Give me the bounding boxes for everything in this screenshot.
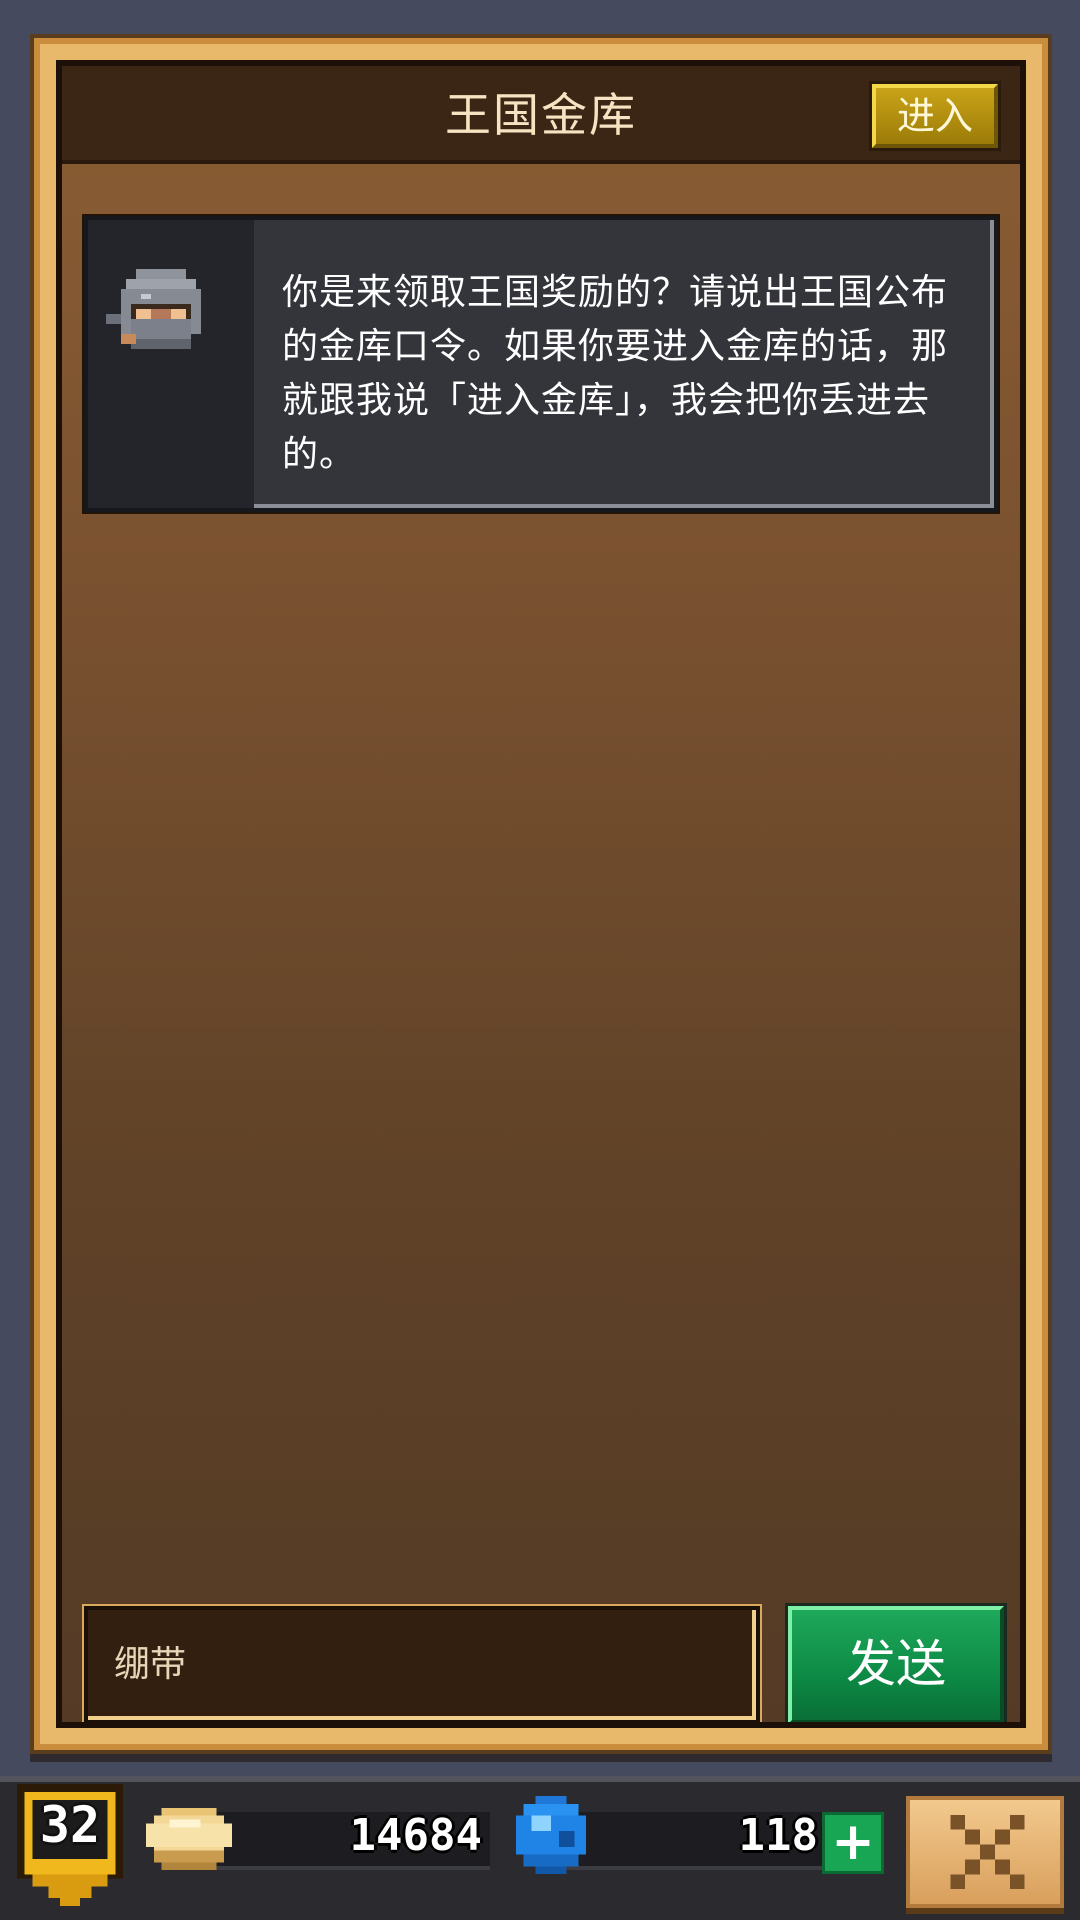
gem-count: 118 (738, 1810, 818, 1861)
player-level: 32 (39, 1796, 101, 1854)
close-x-icon (950, 1814, 1025, 1890)
npc-dialog: 你是来领取王国奖励的？请说出王国公布的金库口令。如果你要进入金库的话，那就跟我说… (84, 216, 998, 512)
send-button[interactable]: 发送 (788, 1606, 1004, 1722)
vault-panel-body: 王国金库 进入 你是来领取王国奖励的？请说出王国公布的金库口令。如果你要进入金库… (56, 60, 1026, 1728)
knight-npc-icon (106, 269, 201, 349)
add-gems-button[interactable]: + (822, 1812, 884, 1874)
password-input[interactable]: 绷带 (84, 1606, 760, 1722)
enter-button[interactable]: 进入 (872, 84, 998, 148)
gold-coin-icon (146, 1807, 232, 1871)
dialog-text: 你是来领取王国奖励的？请说出王国公布的金库口令。如果你要进入金库的话，那就跟我说… (282, 272, 949, 475)
vault-panel: 王国金库 进入 你是来领取王国奖励的？请说出王国公布的金库口令。如果你要进入金库… (34, 38, 1048, 1750)
close-button[interactable] (906, 1796, 1064, 1908)
title-bar: 王国金库 进入 (62, 66, 1020, 164)
gold-count: 14684 (349, 1810, 482, 1861)
npc-avatar-frame (88, 220, 254, 508)
blue-gem-icon (515, 1796, 587, 1875)
